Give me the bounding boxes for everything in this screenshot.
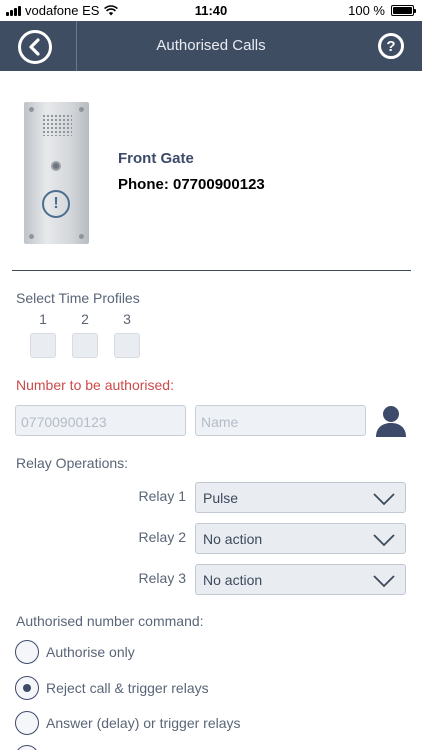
time-profile-number: 2 (81, 311, 89, 327)
number-section-label: Number to be authorised: (16, 377, 174, 393)
radio-button[interactable] (15, 745, 39, 750)
chevron-down-icon (373, 493, 395, 506)
relay-3-label: Relay 3 (138, 570, 186, 586)
relay-3-value: No action (203, 572, 263, 588)
relay-1-label: Relay 1 (138, 488, 186, 504)
contact-person-icon[interactable] (373, 404, 409, 438)
time-profile-checkbox-1[interactable] (30, 333, 56, 358)
relay-2-select[interactable]: No action (195, 523, 406, 554)
time-profile-number: 1 (39, 311, 47, 327)
command-label: Authorised number command: (16, 613, 204, 629)
radio-label: Answer (delay) or trigger relays (46, 715, 241, 731)
radio-button-selected[interactable] (15, 676, 39, 700)
device-phone: Phone: 07700900123 (118, 176, 265, 193)
battery-icon (391, 5, 416, 16)
radio-option-authorise-only[interactable]: Authorise only (15, 640, 135, 664)
time-profile-number: 3 (123, 311, 131, 327)
battery-fill (393, 7, 412, 14)
app-header: Authorised Calls ? (0, 21, 422, 71)
name-input[interactable]: Name (195, 405, 366, 436)
speaker-grille (42, 114, 72, 136)
device-name: Front Gate (118, 150, 194, 167)
relay-2-label: Relay 2 (138, 529, 186, 545)
relay-3-select[interactable]: No action (195, 564, 406, 595)
relay-1-select[interactable]: Pulse (195, 482, 406, 513)
phone-number-input[interactable]: 07700900123 (15, 405, 186, 436)
radio-label: Reject call & trigger relays (46, 680, 209, 696)
status-bar: vodafone ES 11:40 100 % (0, 0, 422, 21)
alert-icon: ! (42, 190, 70, 218)
radio-button[interactable] (15, 640, 39, 664)
relay-operations-label: Relay Operations: (16, 455, 129, 471)
relay-1-value: Pulse (203, 490, 239, 506)
time-profile-checkbox-3[interactable] (114, 333, 140, 358)
status-right: 100 % (348, 3, 416, 18)
radio-button[interactable] (15, 711, 39, 735)
time-profile-checkbox-2[interactable] (72, 333, 98, 358)
intercom-device-image: ! (24, 102, 89, 244)
page-title: Authorised Calls (156, 37, 266, 54)
radio-option-reject-call[interactable]: Reject call & trigger relays (15, 676, 209, 700)
help-icon: ? (386, 37, 396, 55)
alert-glyph: ! (53, 195, 59, 212)
screw-icon (79, 107, 84, 112)
screw-icon (29, 107, 34, 112)
chevron-down-icon (373, 575, 395, 588)
chevron-down-icon (373, 534, 395, 547)
back-button[interactable] (18, 30, 52, 64)
chevron-left-icon (29, 38, 40, 56)
screw-icon (29, 234, 34, 239)
radio-option-partial[interactable] (15, 745, 39, 750)
camera-lens-icon (51, 161, 61, 171)
relay-2-value: No action (203, 531, 263, 547)
radio-label: Authorise only (46, 644, 135, 660)
help-button[interactable]: ? (378, 33, 404, 59)
time-profiles-label: Select Time Profiles (16, 290, 140, 306)
screw-icon (79, 234, 84, 239)
section-divider (12, 270, 411, 271)
radio-option-answer-delay[interactable]: Answer (delay) or trigger relays (15, 711, 241, 735)
radio-selected-dot (23, 684, 31, 692)
battery-percent: 100 % (348, 3, 385, 18)
